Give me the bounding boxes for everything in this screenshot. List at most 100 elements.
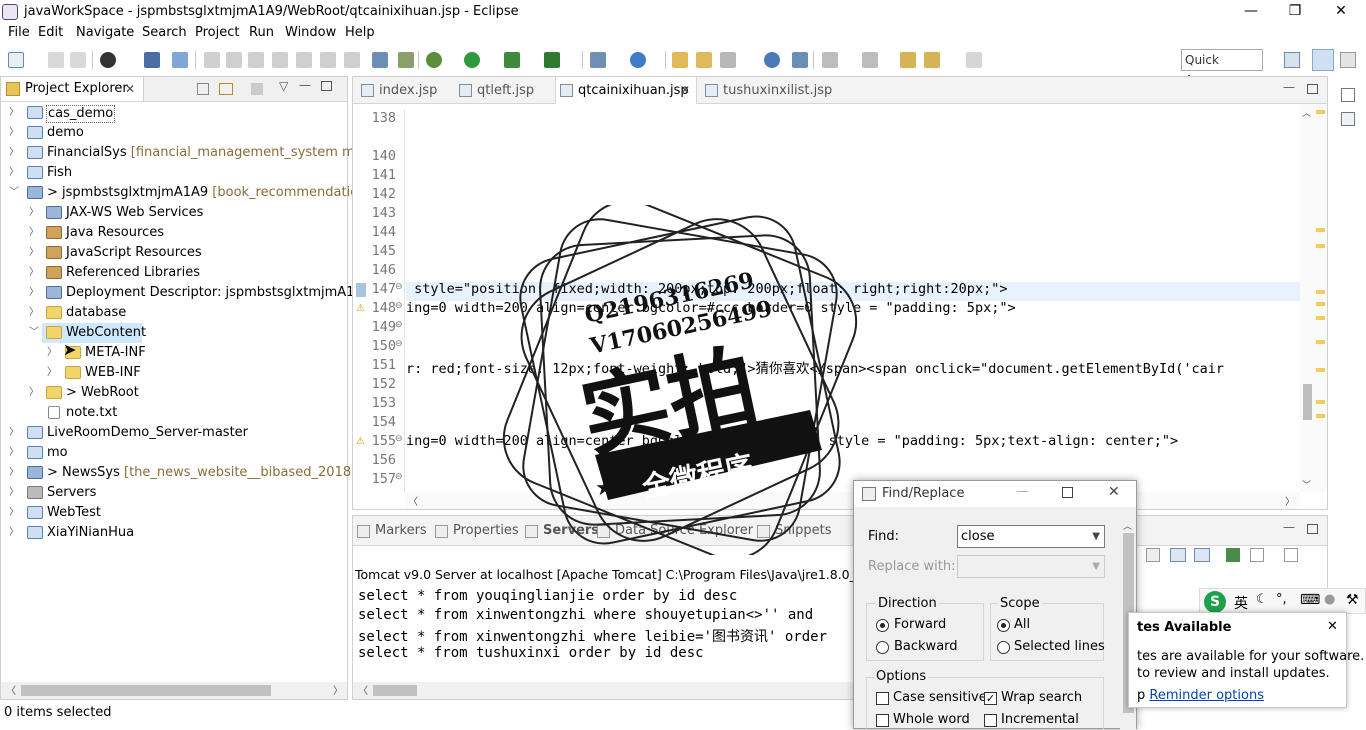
fold-icon[interactable]: ⊖ <box>395 339 403 349</box>
expand-icon[interactable]: 〉 <box>8 143 20 163</box>
terminate-icon[interactable] <box>248 52 264 68</box>
step-over-icon[interactable] <box>320 52 336 68</box>
tab-data-source-explorer[interactable]: Data Source Explorer <box>597 523 753 538</box>
editor-vertical-scrollbar[interactable]: ︿ ﹀ <box>1300 104 1314 492</box>
maximize-icon[interactable] <box>1062 487 1073 498</box>
back-icon[interactable] <box>924 52 940 68</box>
save-icon[interactable] <box>48 52 64 68</box>
backward-radio[interactable] <box>876 641 889 654</box>
scroll-down-icon[interactable]: ﹀ <box>1302 478 1311 491</box>
replace-input[interactable]: ▼ <box>957 555 1105 578</box>
expand-icon[interactable]: 〉 <box>8 103 20 123</box>
expand-icon[interactable]: 〉 <box>28 243 40 263</box>
keyboard-icon[interactable]: ⌨ <box>1300 592 1320 608</box>
tab-qtleft-jsp[interactable]: qtleft.jsp <box>455 77 534 104</box>
resume-icon[interactable] <box>204 52 220 68</box>
tab-markers[interactable]: Markers <box>357 523 427 538</box>
step-into-icon[interactable] <box>296 52 312 68</box>
fold-icon[interactable]: ⊖ <box>395 301 403 311</box>
scroll-right-icon[interactable]: 〉 <box>333 682 343 697</box>
open-web-browser-icon[interactable] <box>764 52 780 68</box>
scrollbar-thumb[interactable] <box>1303 384 1312 420</box>
expand-icon[interactable]: 〉 <box>8 463 20 483</box>
coverage-icon[interactable] <box>544 52 560 68</box>
expand-icon[interactable]: 〉 <box>8 423 20 443</box>
code-line[interactable]: ing=0 width=200 align=center bgColor=#ce… <box>406 433 1298 449</box>
expand-icon[interactable]: 〉 <box>28 223 40 243</box>
menu-edit[interactable]: Edit <box>38 25 63 40</box>
menu-navigate[interactable]: Navigate <box>76 25 134 40</box>
code-line[interactable]: style="position: fixed;width: 200px;top:… <box>406 281 1298 297</box>
menu-run[interactable]: Run <box>249 25 274 40</box>
new-console-icon[interactable] <box>1284 548 1298 562</box>
menu-project[interactable]: Project <box>195 25 239 40</box>
expand-icon[interactable]: 〉 <box>8 523 20 543</box>
user-icon[interactable]: ● <box>1324 592 1335 607</box>
expand-icon[interactable]: 〉 <box>28 383 40 403</box>
maximize-editor-icon[interactable] <box>1307 84 1318 94</box>
tab-properties[interactable]: Properties <box>435 523 519 538</box>
whole-word-checkbox[interactable] <box>876 714 889 727</box>
java-ee-perspective-icon[interactable] <box>1312 49 1334 71</box>
scroll-left-icon[interactable]: 〈 <box>358 682 368 697</box>
new-icon[interactable] <box>8 52 24 68</box>
focus-icon[interactable] <box>251 83 263 95</box>
java-perspective-icon[interactable] <box>1340 52 1356 68</box>
tab-snippets[interactable]: Snippets <box>757 523 831 538</box>
maximize-button[interactable]: ❐ <box>1272 0 1318 23</box>
clear-console-icon[interactable] <box>1146 548 1160 562</box>
profile-icon[interactable] <box>100 52 116 68</box>
expand-icon[interactable]: 〉 <box>8 483 20 503</box>
tab-qtcainixihuan-jsp[interactable]: qtcainixihuan.jsp ✕ <box>555 77 697 104</box>
code-line[interactable]: r: red;font-size: 12px;font-weight: bold… <box>406 357 1298 377</box>
new-server-icon[interactable] <box>590 52 606 68</box>
fold-icon[interactable]: ⊖ <box>395 434 403 444</box>
collapse-icon[interactable]: ﹀ <box>28 323 40 343</box>
view-menu-icon[interactable]: ▽ <box>279 79 288 93</box>
scroll-left-icon[interactable]: 〈 <box>408 493 418 508</box>
use-step-filters-icon[interactable] <box>398 52 414 68</box>
link-with-editor-icon[interactable] <box>219 83 233 95</box>
ime-language-toggle[interactable]: 英 <box>1234 593 1248 613</box>
drop-to-frame-icon[interactable] <box>372 52 388 68</box>
sogou-logo-icon[interactable]: S <box>1204 591 1226 613</box>
pin-console-icon[interactable] <box>1170 548 1186 562</box>
scroll-right-icon[interactable]: 〉 <box>1285 493 1295 508</box>
new-java-class-icon[interactable] <box>630 52 646 68</box>
skip-breakpoints-icon[interactable] <box>172 52 188 68</box>
chevron-down-icon[interactable]: ▼ <box>1092 556 1100 577</box>
fold-icon[interactable]: ⊖ <box>395 472 403 482</box>
save-all-icon[interactable] <box>70 52 86 68</box>
search-icon[interactable] <box>720 52 736 68</box>
next-annotation-icon[interactable] <box>822 52 838 68</box>
reminder-options-link[interactable]: Reminder options <box>1149 688 1264 703</box>
incremental-checkbox[interactable] <box>984 714 997 727</box>
wrap-search-checkbox[interactable]: ✓ <box>984 692 997 705</box>
last-edit-location-icon[interactable] <box>900 52 916 68</box>
scrollbar-thumb[interactable] <box>373 685 417 696</box>
debug-icon[interactable] <box>426 52 442 68</box>
tab-servers[interactable]: Servers <box>525 523 599 538</box>
tab-index-jsp[interactable]: index.jsp <box>357 77 437 104</box>
moon-icon[interactable]: ☾ <box>1256 592 1268 607</box>
maximize-view-icon[interactable] <box>321 81 332 91</box>
toggle-mark-occurrences-icon[interactable] <box>792 52 808 68</box>
scope-all-radio[interactable] <box>997 619 1010 632</box>
scrollbar-thumb[interactable] <box>21 685 271 696</box>
minimize-view-icon[interactable]: — <box>299 78 311 92</box>
expand-icon[interactable]: 〉 <box>28 203 40 223</box>
tab-project-explorer[interactable]: Project Explorer ✕ <box>1 77 144 101</box>
code-line[interactable]: ing=0 width=200 align=center bgcolor=#cc… <box>406 300 1298 316</box>
run-last-tool-icon[interactable] <box>504 52 520 68</box>
expand-icon[interactable]: 〉 <box>46 363 58 383</box>
expand-icon[interactable]: 〉 <box>8 503 20 523</box>
wrench-icon[interactable]: ⚒ <box>1346 592 1359 608</box>
forward-radio[interactable] <box>876 619 889 632</box>
case-sensitive-checkbox[interactable] <box>876 692 889 705</box>
outline-view-icon[interactable] <box>1341 112 1355 126</box>
overview-ruler[interactable] <box>1314 104 1327 492</box>
tree-item-webcontent[interactable]: ﹀ WebContent <box>29 323 146 343</box>
expand-icon[interactable]: 〉 <box>8 443 20 463</box>
expand-icon[interactable]: 〉 <box>28 303 40 323</box>
expand-icon[interactable]: 〉 <box>28 283 40 303</box>
